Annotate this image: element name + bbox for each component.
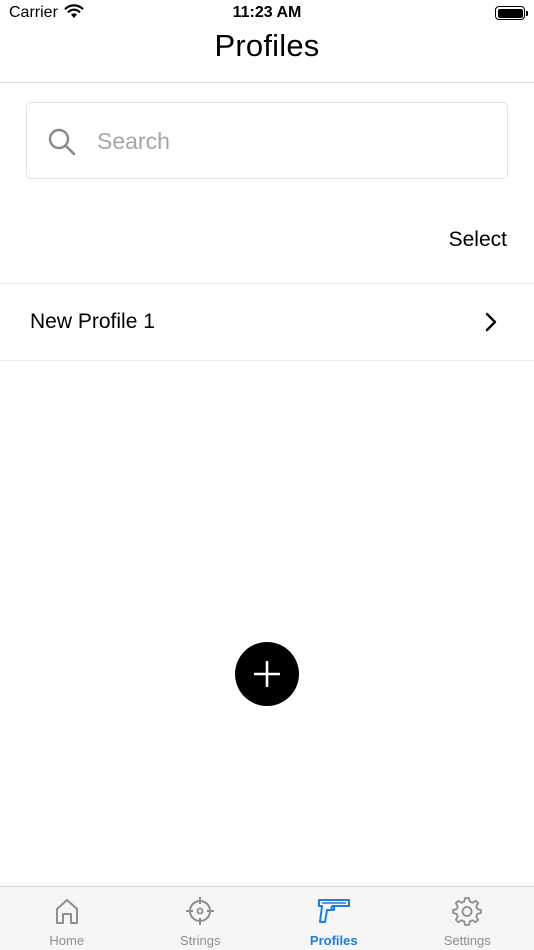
status-time: 11:23 AM [232,4,302,21]
search-input[interactable] [97,123,477,159]
select-button[interactable]: Select [449,228,507,252]
battery-icon [495,6,528,20]
plus-icon [254,661,280,687]
tab-label: Strings [180,933,221,948]
tab-label: Profiles [309,933,358,948]
crosshair-icon [134,896,268,926]
page-title: Profiles [214,28,320,63]
search-bar[interactable] [26,102,508,179]
tab-profiles[interactable]: Profiles [267,887,401,950]
profile-name: New Profile 1 [30,310,155,333]
gear-icon [401,896,534,926]
list-item-profile[interactable]: New Profile 1 [0,284,534,360]
pistol-icon [267,896,401,926]
tab-label: Home [49,933,85,948]
tab-home[interactable]: Home [0,887,134,950]
status-bar: Carrier 11:23 AM [0,0,534,28]
list-divider [0,360,534,361]
tab-settings[interactable]: Settings [401,887,534,950]
home-icon [0,896,134,926]
search-icon [47,127,77,162]
nav-divider [0,82,534,83]
tab-strings[interactable]: Strings [134,887,268,950]
tab-label: Settings [443,933,491,948]
chevron-right-icon [484,312,498,337]
tab-bar: Home Strings Profiles Settings [0,886,534,950]
add-profile-button[interactable] [235,642,299,706]
